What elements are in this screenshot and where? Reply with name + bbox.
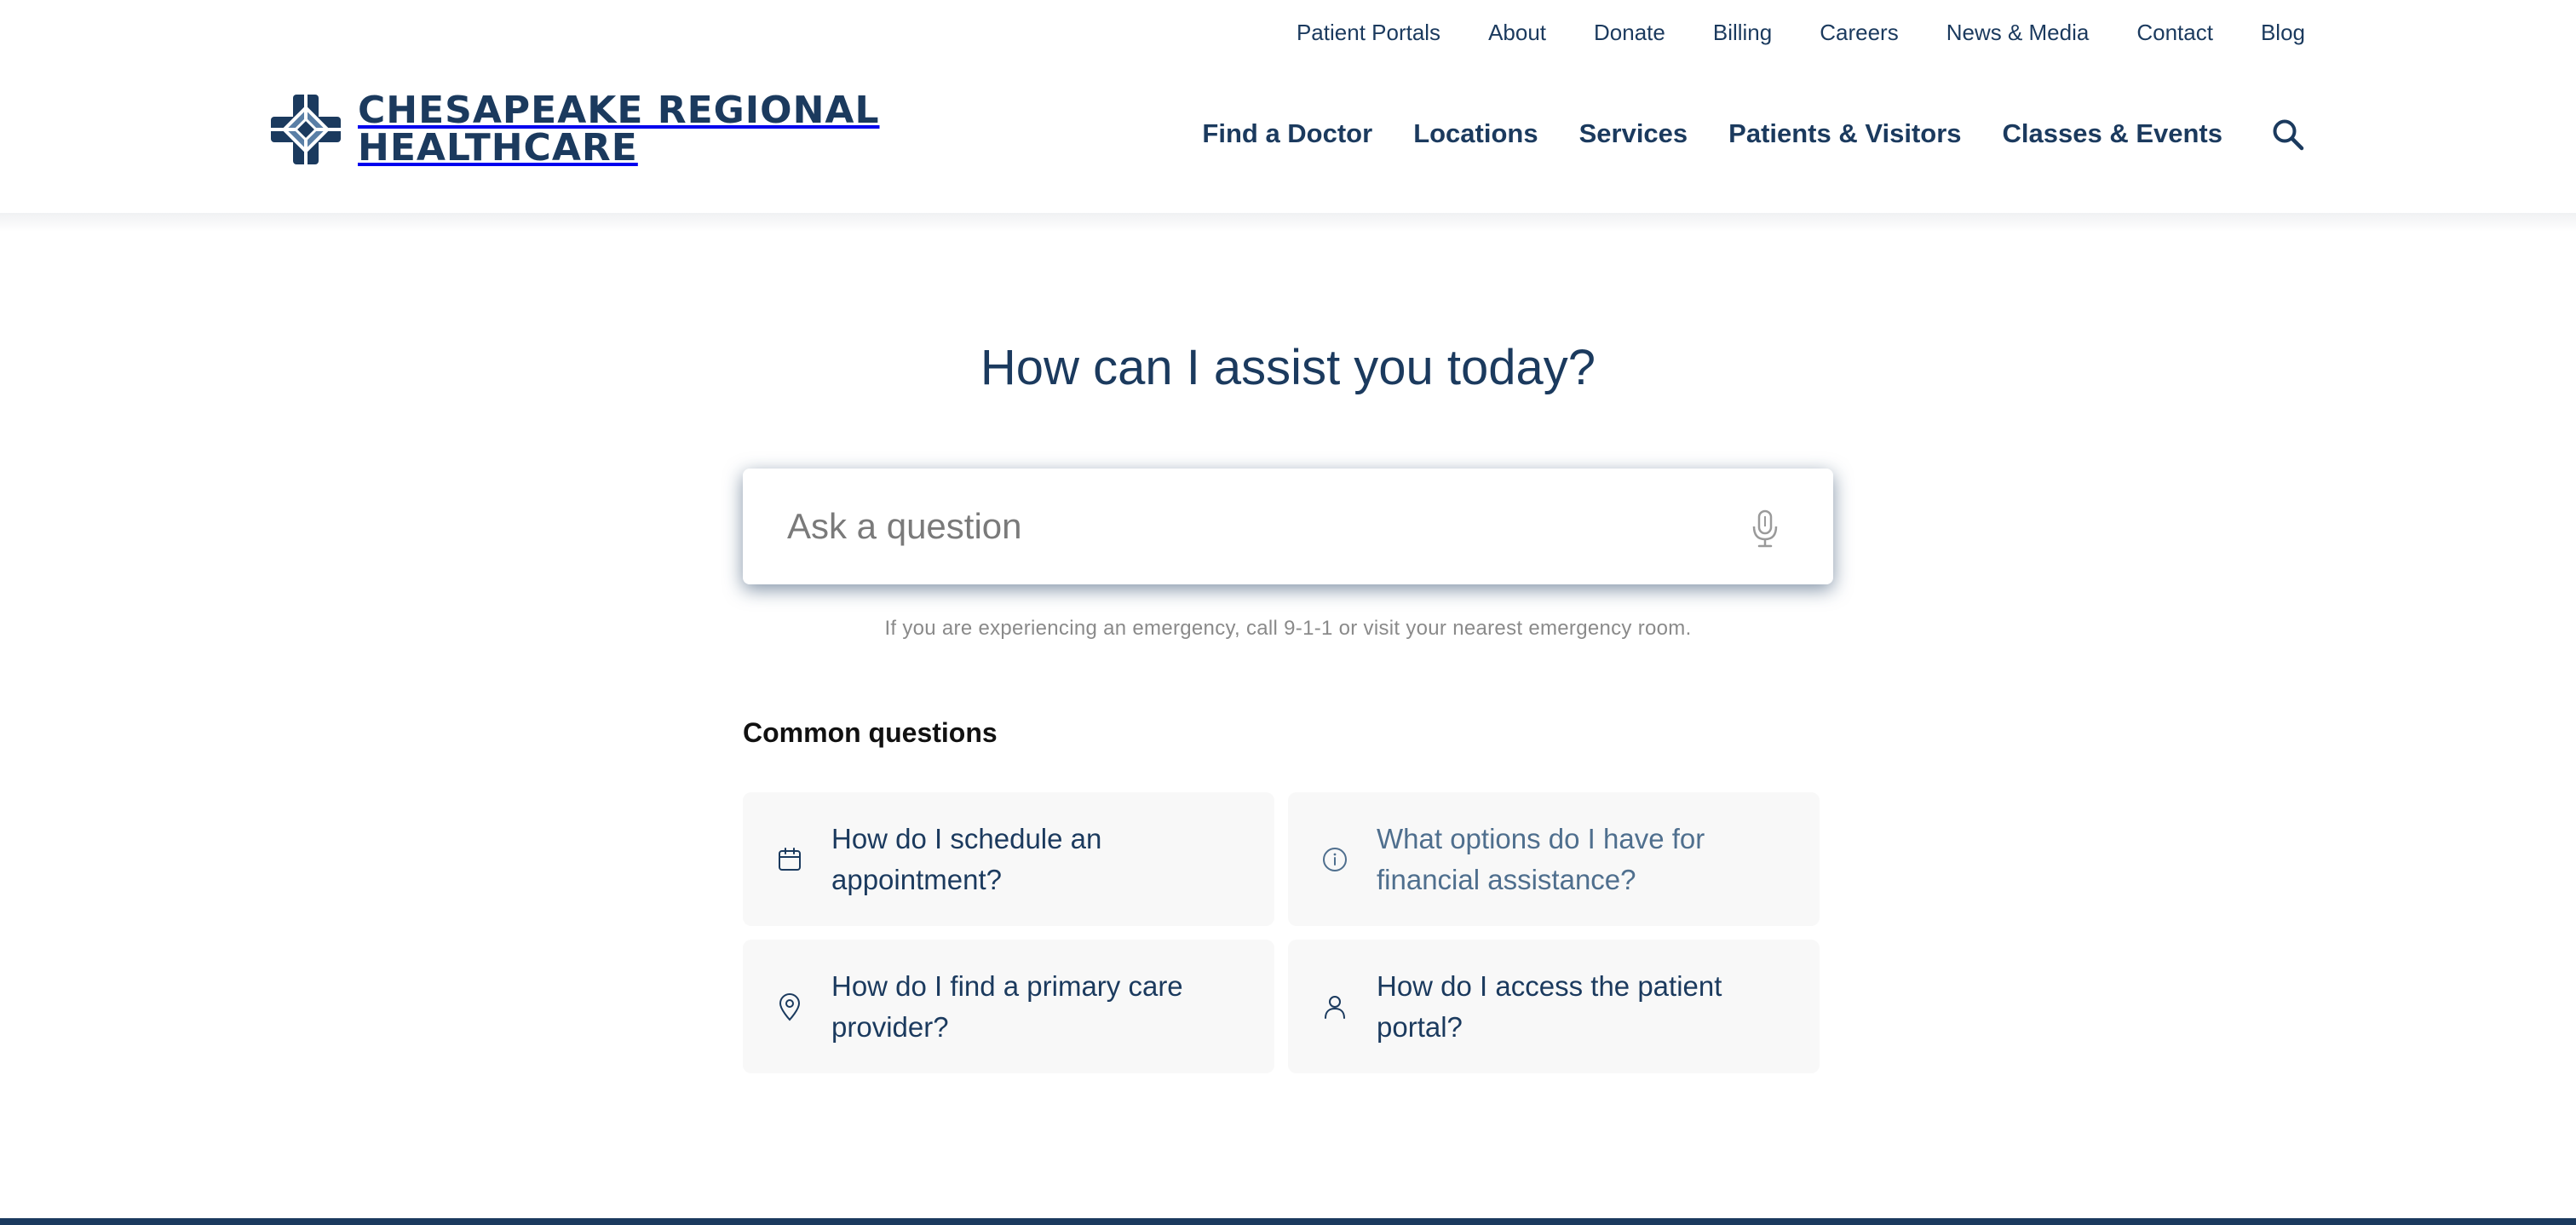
logo-line-1: CHESAPEAKE REGIONAL (358, 89, 880, 132)
question-text: How do I schedule an appointment? (831, 822, 1102, 895)
utility-link-contact[interactable]: Contact (2136, 17, 2213, 48)
question-text: How do I access the patient portal? (1377, 969, 1722, 1043)
utility-link-blog[interactable]: Blog (2261, 17, 2305, 48)
nav-locations[interactable]: Locations (1413, 116, 1538, 152)
microphone-button[interactable] (1746, 508, 1784, 550)
main-nav: Find a Doctor Locations Services Patient… (1202, 116, 2222, 152)
calendar-icon (775, 845, 804, 874)
question-card-primary-care[interactable]: How do I find a primary care provider? (743, 940, 1274, 1073)
question-text: How do I find a primary care provider? (831, 969, 1183, 1043)
utility-link-careers[interactable]: Careers (1820, 17, 1898, 48)
utility-link-donate[interactable]: Donate (1594, 17, 1665, 48)
nav-services[interactable]: Services (1579, 116, 1688, 152)
nav-classes-events[interactable]: Classes & Events (2003, 116, 2222, 152)
site-header: Patient Portals About Donate Billing Car… (0, 0, 2576, 213)
utility-link-about[interactable]: About (1488, 17, 1546, 48)
utility-link-billing[interactable]: Billing (1713, 17, 1772, 48)
map-pin-icon (775, 992, 804, 1021)
user-icon (1320, 992, 1349, 1021)
microphone-icon (1752, 509, 1778, 548)
utility-nav: Patient Portals About Donate Billing Car… (1297, 17, 2305, 48)
search-icon (2273, 119, 2304, 151)
question-text: What options do I have for financial ass… (1377, 822, 1705, 895)
logo-line-2: HEALTHCARE (358, 126, 638, 170)
nav-find-a-doctor[interactable]: Find a Doctor (1202, 116, 1372, 152)
header-divider (0, 213, 2576, 232)
question-card-schedule-appointment[interactable]: How do I schedule an appointment? (743, 792, 1274, 926)
nav-patients-visitors[interactable]: Patients & Visitors (1728, 116, 1961, 152)
common-questions-grid: How do I schedule an appointment? What o… (743, 792, 1820, 1073)
question-card-financial-assistance[interactable]: What options do I have for financial ass… (1288, 792, 1820, 926)
common-questions-heading: Common questions (743, 717, 998, 748)
ask-question-input[interactable] (743, 469, 1680, 584)
logo-wordmark: CHESAPEAKE REGIONAL HEALTHCARE (358, 92, 879, 167)
utility-link-news-media[interactable]: News & Media (1946, 17, 2090, 48)
utility-link-patient-portals[interactable]: Patient Portals (1297, 17, 1440, 48)
footer-top-border (0, 1218, 2576, 1225)
ask-box (743, 469, 1833, 584)
question-card-patient-portal[interactable]: How do I access the patient portal? (1288, 940, 1820, 1073)
assistant-title: How can I assist you today? (980, 340, 1596, 395)
search-button[interactable] (2268, 114, 2309, 155)
site-logo[interactable]: CHESAPEAKE REGIONAL HEALTHCARE (271, 92, 879, 167)
emergency-disclaimer: If you are experiencing an emergency, ca… (884, 617, 1692, 640)
logo-cross-icon (271, 95, 341, 164)
info-icon (1320, 845, 1349, 874)
